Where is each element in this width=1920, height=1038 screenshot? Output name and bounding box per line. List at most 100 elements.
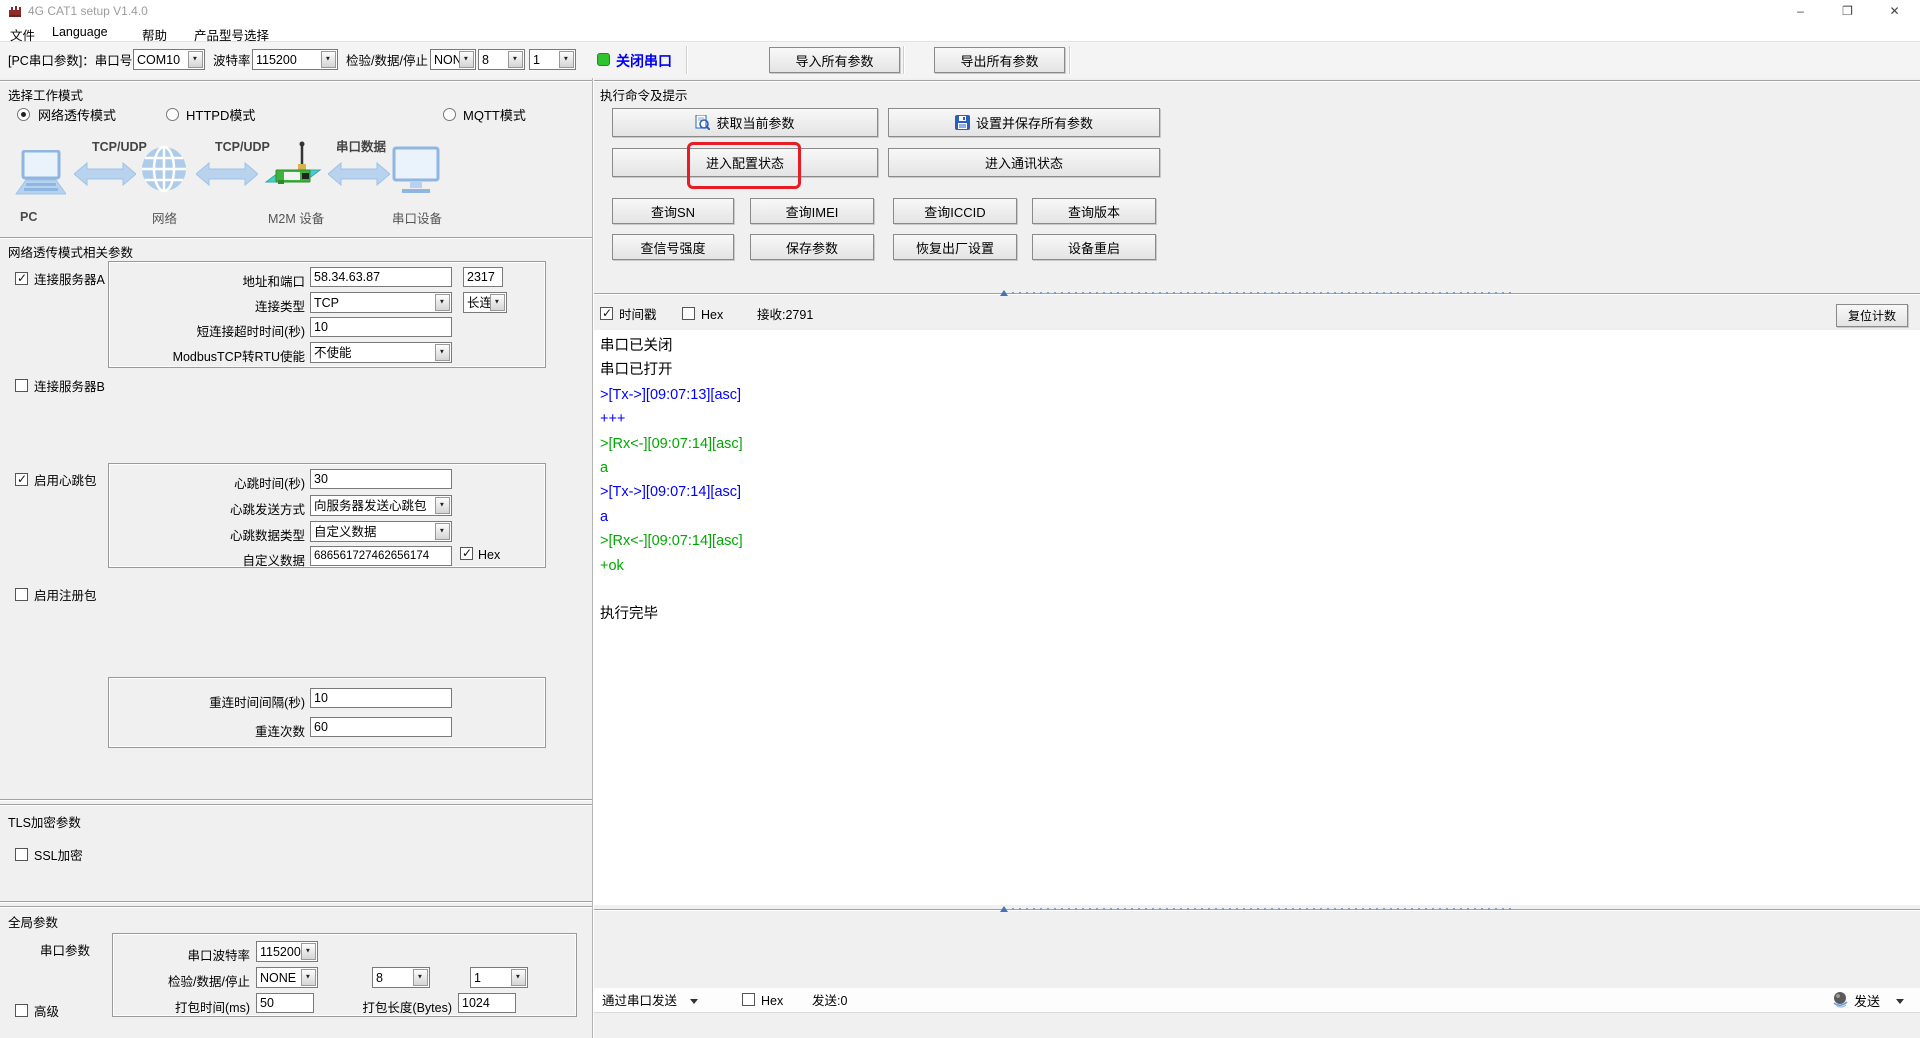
export-all-params-button[interactable]: 导出所有参数 <box>934 47 1065 73</box>
parity-select[interactable]: NONE <box>430 49 476 70</box>
pack-time-input[interactable]: 50 <box>256 993 314 1013</box>
server-a-label: 连接服务器A <box>34 273 105 288</box>
send-via-serial-button[interactable]: 通过串口发送 <box>602 994 677 1009</box>
hb-time-input[interactable]: 30 <box>310 469 452 489</box>
databits-select[interactable]: 8 <box>478 49 525 70</box>
hb-hex-checkbox[interactable] <box>460 547 473 560</box>
log-line: a <box>600 456 1920 480</box>
log-line <box>600 578 1920 602</box>
serial-params-label: 串口参数 <box>40 944 90 959</box>
server-addr-input[interactable]: 58.34.63.87 <box>310 267 452 287</box>
radio-httpd[interactable] <box>166 108 179 121</box>
chevron-down-icon <box>511 969 526 986</box>
search-doc-icon <box>695 115 710 130</box>
diagram-link1-label: TCP/UDP <box>92 140 147 155</box>
enter-comm-button[interactable]: 进入通讯状态 <box>888 148 1160 177</box>
log-area[interactable]: 串口已关闭 串口已打开 >[Tx->][09:07:13][asc] +++ >… <box>594 330 1920 905</box>
section-divider <box>0 901 592 903</box>
baud-select[interactable]: 115200 <box>252 49 338 70</box>
chevron-down-icon[interactable] <box>1896 999 1904 1004</box>
send-row <box>594 988 1920 1013</box>
server-port-input[interactable]: 2317 <box>463 267 503 287</box>
chevron-down-icon <box>301 943 316 960</box>
hb-mode-select[interactable]: 向服务器发送心跳包 <box>310 495 452 516</box>
modbus-select[interactable]: 不使能 <box>310 342 452 363</box>
register-checkbox[interactable] <box>15 588 28 601</box>
g-parity-select[interactable]: NONE <box>256 967 318 988</box>
send-button[interactable]: 发送 <box>1854 994 1880 1009</box>
restore-button[interactable]: ❐ <box>1825 0 1870 22</box>
com-port-select[interactable]: COM10 <box>133 49 205 70</box>
log-line: 串口已打开 <box>600 358 1920 382</box>
section-divider <box>594 80 1920 82</box>
m2m-module-icon <box>262 140 322 196</box>
reconnect-interval-input[interactable]: 10 <box>310 688 452 708</box>
toolbar-separator <box>1069 46 1071 74</box>
chevron-down-icon <box>435 344 450 361</box>
chevron-down-icon <box>559 51 574 68</box>
double-arrow-icon <box>74 162 136 186</box>
log-line: >[Rx<-][09:07:14][asc] <box>600 529 1920 553</box>
g-baud-label: 串口波特率 <box>118 945 250 964</box>
conn-keep-select[interactable]: 长连接 <box>463 292 507 313</box>
section-divider <box>0 80 592 82</box>
splitter-collapse-icon[interactable] <box>1000 906 1008 912</box>
title-bar: 4G CAT1 setup V1.4.0 – ❐ ✕ <box>0 0 1920 22</box>
splitter-dots[interactable] <box>1012 907 1512 912</box>
section-divider <box>0 799 592 801</box>
g-baud-select[interactable]: 115200 <box>256 941 318 962</box>
menu-language[interactable]: Language <box>52 25 108 39</box>
splitter-collapse-icon[interactable] <box>1000 290 1008 296</box>
save-params-button[interactable]: 保存参数 <box>750 234 874 260</box>
server-a-checkbox[interactable] <box>15 272 28 285</box>
query-iccid-button[interactable]: 查询ICCID <box>893 198 1017 224</box>
pack-len-input[interactable]: 1024 <box>458 993 516 1013</box>
short-timeout-input[interactable]: 10 <box>310 317 452 337</box>
hb-mode-label: 心跳发送方式 <box>112 499 305 518</box>
set-save-params-button[interactable]: 设置并保存所有参数 <box>888 108 1160 137</box>
log-line: >[Tx->][09:07:14][asc] <box>600 480 1920 504</box>
chevron-down-icon <box>459 51 474 68</box>
radio-httpd-label[interactable]: HTTPD模式 <box>186 108 255 123</box>
get-params-button[interactable]: 获取当前参数 <box>612 108 878 137</box>
device-restart-button[interactable]: 设备重启 <box>1032 234 1156 260</box>
conn-type-select[interactable]: TCP <box>310 292 452 313</box>
close-serial-button[interactable]: 关闭串口 <box>616 51 672 71</box>
app-icon <box>8 4 22 18</box>
heartbeat-checkbox[interactable] <box>15 473 28 486</box>
ssl-checkbox[interactable] <box>15 848 28 861</box>
pc-laptop-icon <box>14 150 66 200</box>
log-hex-checkbox[interactable] <box>682 307 695 320</box>
server-b-checkbox[interactable] <box>15 379 28 392</box>
server-b-label: 连接服务器B <box>34 380 105 395</box>
g-stopbits-select[interactable]: 1 <box>470 967 528 988</box>
query-signal-button[interactable]: 查信号强度 <box>612 234 734 260</box>
minimize-button[interactable]: – <box>1778 0 1823 22</box>
stopbits-select[interactable]: 1 <box>529 49 576 70</box>
g-databits-select[interactable]: 8 <box>372 967 430 988</box>
query-imei-button[interactable]: 查询IMEI <box>750 198 874 224</box>
query-sn-button[interactable]: 查询SN <box>612 198 734 224</box>
timestamp-checkbox[interactable] <box>600 307 613 320</box>
serial-device-monitor-icon <box>392 146 440 198</box>
splitter-dots[interactable] <box>1012 291 1512 296</box>
chevron-down-icon <box>435 497 450 514</box>
import-all-params-button[interactable]: 导入所有参数 <box>769 47 900 73</box>
send-sphere-icon[interactable] <box>1832 991 1849 1008</box>
reset-counter-button[interactable]: 复位计数 <box>1836 304 1908 327</box>
query-version-button[interactable]: 查询版本 <box>1032 198 1156 224</box>
radio-net-passthrough-label[interactable]: 网络透传模式 <box>38 108 116 123</box>
radio-mqtt-label[interactable]: MQTT模式 <box>463 108 526 123</box>
factory-reset-button[interactable]: 恢复出厂设置 <box>893 234 1017 260</box>
radio-mqtt[interactable] <box>443 108 456 121</box>
timestamp-label: 时间戳 <box>619 308 657 323</box>
advanced-checkbox[interactable] <box>15 1004 28 1017</box>
hb-type-select[interactable]: 自定义数据 <box>310 521 452 542</box>
recv-counter: 接收:2791 <box>757 308 813 323</box>
send-hex-checkbox[interactable] <box>742 993 755 1006</box>
reconnect-count-input[interactable]: 60 <box>310 717 452 737</box>
close-button[interactable]: ✕ <box>1872 0 1917 22</box>
radio-net-passthrough[interactable] <box>17 108 30 121</box>
hb-data-input[interactable]: 686561727462656174 <box>310 546 452 566</box>
chevron-down-icon[interactable] <box>690 999 698 1004</box>
